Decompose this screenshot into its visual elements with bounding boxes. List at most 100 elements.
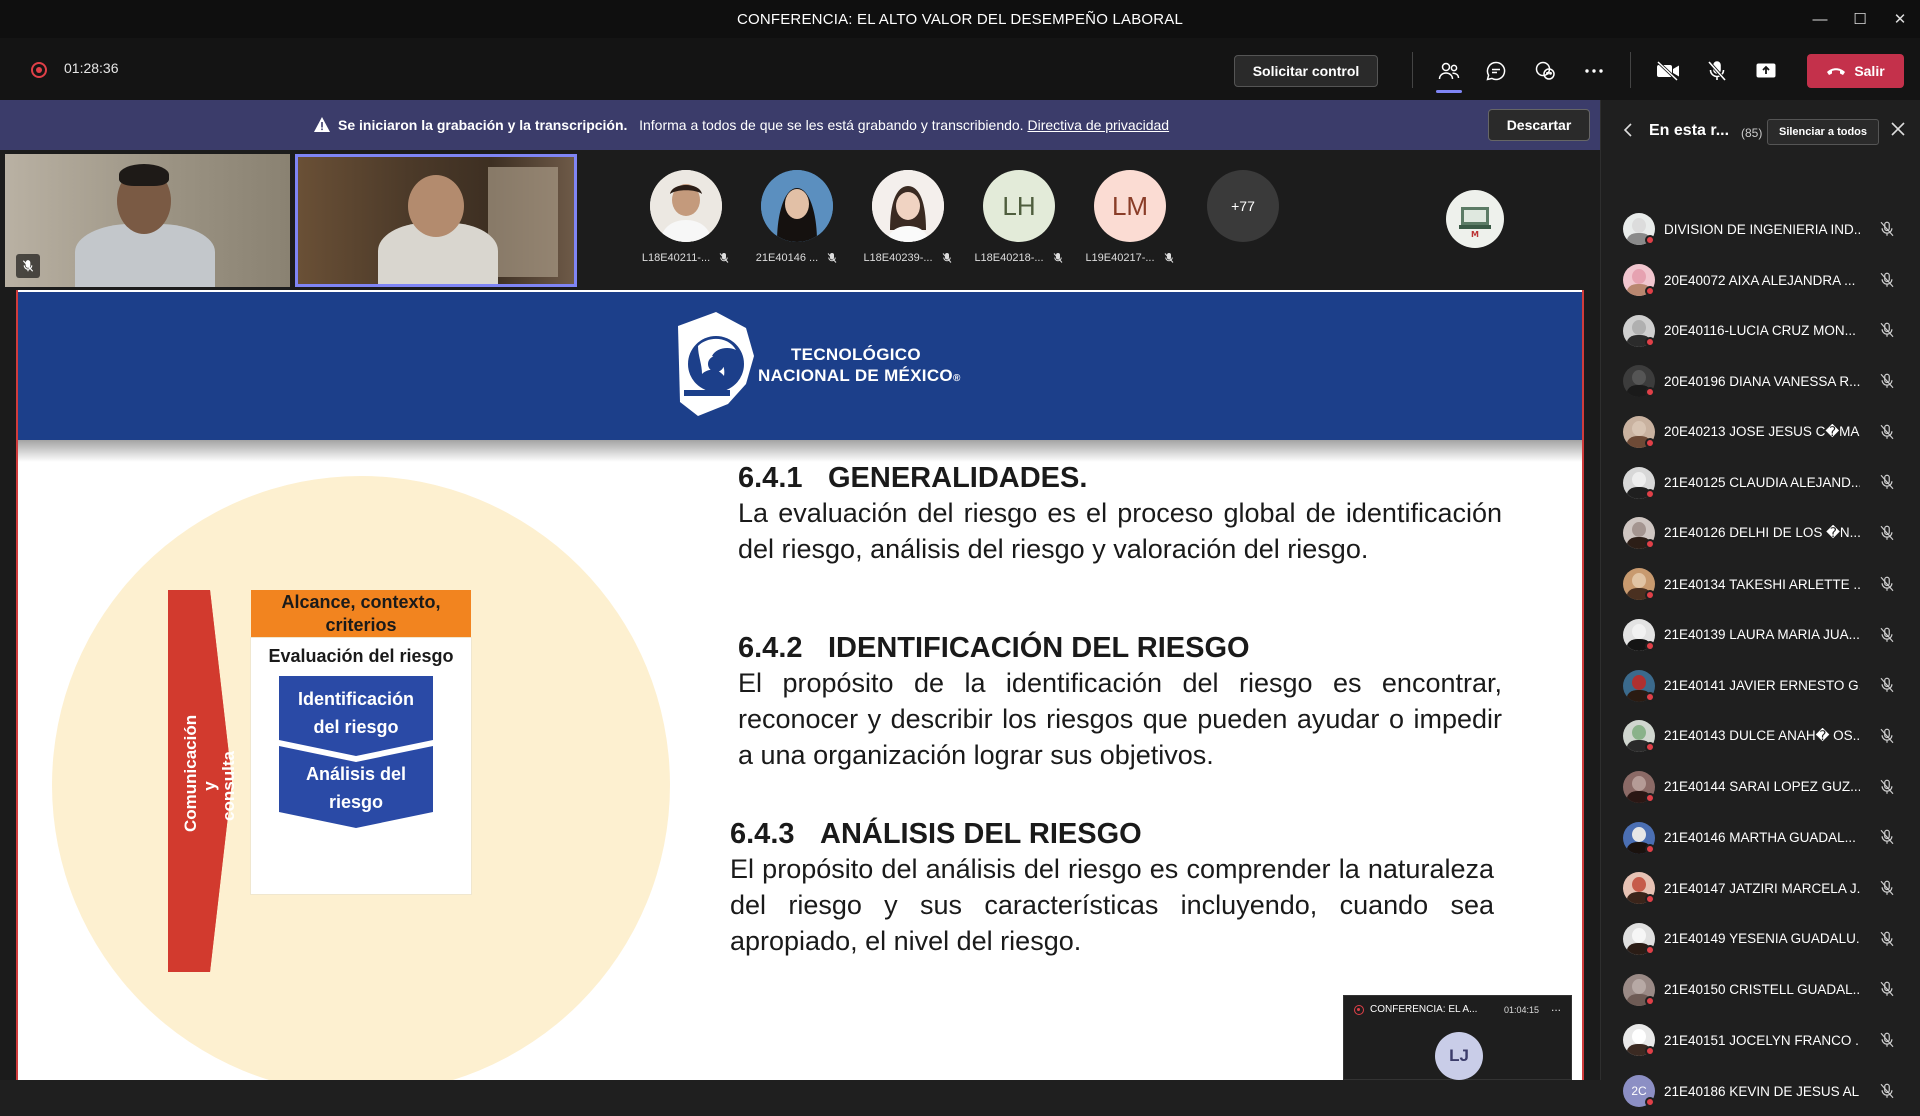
close-window-button[interactable]: ✕ [1880, 0, 1920, 38]
participant-list: DIVISION DE INGENIERIA IND... 20E40072 AI… [1601, 204, 1920, 1116]
person-head [408, 175, 464, 237]
participant-row[interactable]: 21E40143 DULCE ANAH� OS... [1601, 711, 1920, 762]
participant-row[interactable]: 21E40144 SARAI LOPEZ GUZ... [1601, 762, 1920, 813]
video-tile[interactable] [5, 154, 290, 287]
participant-row[interactable]: 20E40116-LUCIA CRUZ MON... [1601, 305, 1920, 356]
section-identification: 6.4.2 IDENTIFICACIÓN DEL RIESGO El propós… [738, 632, 1502, 770]
participant-name: 21E40134 TAKESHI ARLETTE ... [1664, 576, 1860, 592]
mic-off-icon[interactable] [1878, 1082, 1896, 1105]
reactions-icon[interactable] [1530, 56, 1560, 86]
camera-off-icon[interactable] [1653, 56, 1683, 86]
request-control-button[interactable]: Solicitar control [1234, 55, 1378, 87]
participant-row[interactable]: 21E40149 YESENIA GUADALU... [1601, 914, 1920, 965]
mic-off-icon[interactable] [1878, 271, 1896, 294]
mic-off-icon[interactable] [1878, 473, 1896, 496]
tecnm-name-line1: TECNOLÓGICO [791, 345, 921, 364]
shared-content-area: TECNOLÓGICO NACIONAL DE MÉXICO® Comunica… [0, 290, 1600, 1080]
avatar [650, 170, 722, 242]
participant-tile[interactable]: LH L18E40218-... [969, 170, 1069, 264]
phone-icon [1827, 68, 1846, 75]
maximize-button[interactable]: ☐ [1840, 0, 1880, 38]
meeting-timer: 01:28:36 [64, 60, 119, 76]
active-tab-indicator [1436, 90, 1462, 93]
participant-tile[interactable]: LM L19E40217-... [1080, 170, 1180, 264]
close-icon[interactable] [1891, 120, 1905, 141]
share-icon[interactable] [1751, 56, 1781, 86]
tecnm-logo-icon [678, 312, 754, 416]
mic-off-icon[interactable] [1878, 575, 1896, 598]
title-bar: CONFERENCIA: EL ALTO VALOR DEL DESEMPEÑO… [0, 0, 1920, 38]
window-title: CONFERENCIA: EL ALTO VALOR DEL DESEMPEÑO… [736, 10, 1184, 28]
mic-off-icon[interactable] [1878, 727, 1896, 750]
participant-row[interactable]: 21E40147 JATZIRI MARCELA J... [1601, 863, 1920, 914]
mic-off-icon[interactable] [1878, 879, 1896, 902]
analysis-label: Análisis del riesgo [305, 764, 407, 812]
participant-name: 21E40150 CRISTELL GUADAL... [1664, 982, 1860, 998]
mute-all-button[interactable]: Silenciar a todos [1767, 119, 1879, 145]
minimize-button[interactable]: — [1800, 0, 1840, 38]
participant-row[interactable]: 2C 21E40186 KEVIN DE JESUS AL... [1601, 1066, 1920, 1116]
mini-meeting-window[interactable]: CONFERENCIA: EL A... 01:04:15 ... LJ [1343, 995, 1572, 1080]
warning-icon [314, 117, 330, 132]
active-speaker-video-tile[interactable] [295, 154, 577, 287]
mic-off-icon[interactable] [1878, 524, 1896, 547]
more-participants-tile[interactable]: +77 [1193, 170, 1293, 242]
participant-row[interactable]: 21E40125 CLAUDIA ALEJAND... [1601, 457, 1920, 508]
participant-row[interactable]: 20E40072 AIXA ALEJANDRA ... [1601, 255, 1920, 306]
panel-title: En esta r... [1649, 122, 1730, 139]
privacy-link[interactable]: Directiva de privacidad [1027, 117, 1169, 133]
participant-row[interactable]: 21E40151 JOCELYN FRANCO ... [1601, 1015, 1920, 1066]
section-generalities: 6.4.1 GENERALIDADES. La evaluación del ri… [738, 462, 1502, 564]
participant-tile[interactable]: L18E40211-... [636, 170, 736, 264]
recording-indicator-icon [31, 62, 47, 78]
mic-off-icon[interactable] [1878, 626, 1896, 649]
people-icon[interactable] [1434, 56, 1464, 86]
leave-button[interactable]: Salir [1807, 54, 1904, 88]
chat-icon[interactable] [1481, 56, 1511, 86]
more-icon[interactable] [1579, 56, 1609, 86]
participant-row[interactable]: 21E40126 DELHI DE LOS �N... [1601, 508, 1920, 559]
back-chevron-icon[interactable] [1623, 122, 1633, 143]
recording-indicator-icon [1354, 1004, 1364, 1015]
participant-tile[interactable]: 21E40146 ... [747, 170, 847, 264]
mini-window-title: CONFERENCIA: EL A... [1370, 1004, 1478, 1015]
participant-row[interactable]: 21E40134 TAKESHI ARLETTE ... [1601, 559, 1920, 610]
communication-label: Comunicación y consulta [181, 714, 238, 832]
dismiss-button[interactable]: Descartar [1488, 109, 1590, 141]
registered-mark: ® [952, 373, 961, 384]
participant-row[interactable]: 21E40150 CRISTELL GUADAL... [1601, 964, 1920, 1015]
participant-name: 20E40213 JOSE JESUS C�MA... [1664, 424, 1860, 440]
participant-row[interactable]: 21E40139 LAURA MARIA JUA... [1601, 610, 1920, 661]
participant-row[interactable]: DIVISION DE INGENIERIA IND... [1601, 204, 1920, 255]
mini-window-more-button[interactable]: ... [1551, 1000, 1561, 1014]
mic-off-icon [827, 253, 837, 263]
avatar [872, 170, 944, 242]
participant-row[interactable]: 20E40213 JOSE JESUS C�MA... [1601, 407, 1920, 458]
participants-panel: En esta r... (85) Silenciar a todos DIVI… [1600, 100, 1920, 1108]
mic-off-icon[interactable] [1878, 372, 1896, 395]
mic-off-icon[interactable] [1878, 1031, 1896, 1054]
mic-off-icon[interactable] [1702, 56, 1732, 86]
tecnm-name-line2: NACIONAL DE MÉXICO [758, 366, 953, 385]
mic-off-icon[interactable] [1878, 676, 1896, 699]
mic-off-icon[interactable] [1878, 220, 1896, 243]
mic-off-icon[interactable] [1878, 778, 1896, 801]
participant-name: L18E40218-... [969, 252, 1069, 264]
scope-box: Alcance, contexto, criterios [251, 590, 471, 638]
mic-off-icon[interactable] [1878, 930, 1896, 953]
mic-off-icon[interactable] [1878, 423, 1896, 446]
panel-header: En esta r... (85) Silenciar a todos [1601, 100, 1920, 166]
presentation-slide: TECNOLÓGICO NACIONAL DE MÉXICO® Comunica… [16, 290, 1584, 1080]
participant-row[interactable]: 21E40146 MARTHA GUADAL... [1601, 812, 1920, 863]
banner-message: Se iniciaron la grabación y la transcrip… [338, 117, 1169, 133]
mic-off-icon[interactable] [1878, 321, 1896, 344]
mic-off-icon[interactable] [1878, 980, 1896, 1003]
avatar [1623, 264, 1655, 297]
participant-row[interactable]: 20E40196 DIANA VANESSA R... [1601, 356, 1920, 407]
mic-off-icon[interactable] [1878, 828, 1896, 851]
participant-tile[interactable]: L18E40239-... [858, 170, 958, 264]
participant-name: 21E40149 YESENIA GUADALU... [1664, 931, 1860, 947]
avatar [1623, 770, 1655, 803]
participant-name: 21E40186 KEVIN DE JESUS AL... [1664, 1083, 1860, 1099]
participant-row[interactable]: 21E40141 JAVIER ERNESTO G... [1601, 660, 1920, 711]
